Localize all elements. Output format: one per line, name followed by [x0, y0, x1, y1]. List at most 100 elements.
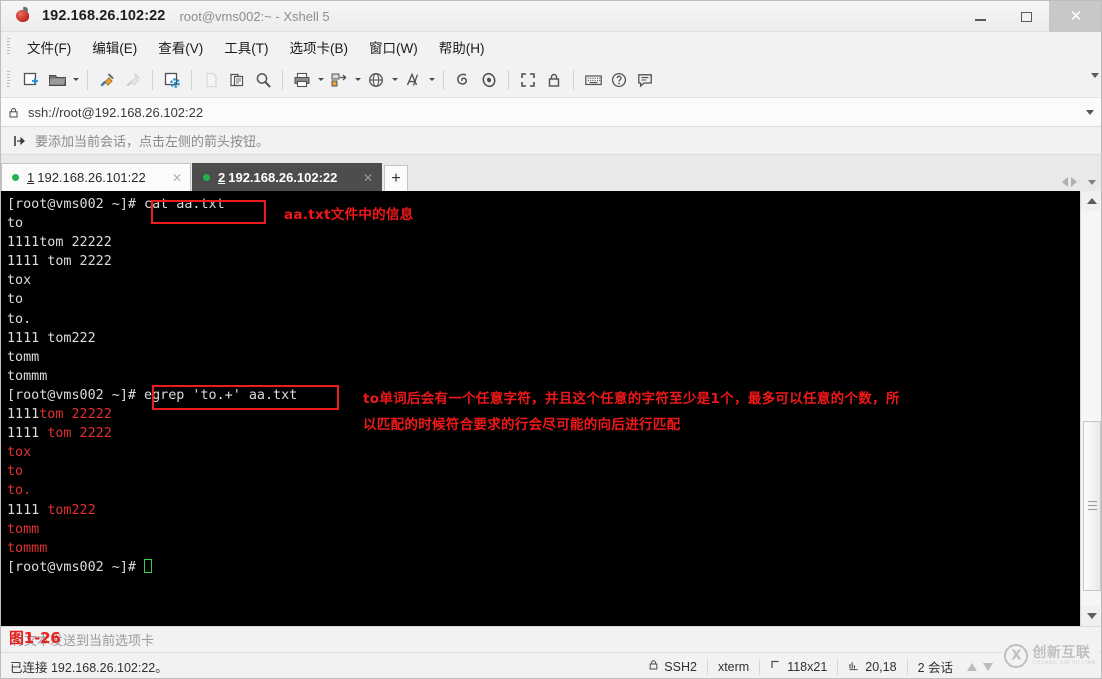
- send-text-bar[interactable]: 将文本发送到当前选项卡: [1, 626, 1101, 652]
- toolbar-overflow-caret[interactable]: [1091, 73, 1099, 78]
- tab-label: 192.168.26.102:22: [228, 170, 338, 185]
- terminal-line: tommm: [7, 539, 1080, 558]
- disconnect-icon: [120, 67, 146, 93]
- terminal-text: to.: [7, 311, 32, 327]
- window-controls: ✕: [957, 1, 1101, 32]
- toolbar-grip[interactable]: [7, 70, 10, 89]
- hint-text: 要添加当前会话，点击左侧的箭头按钮。: [35, 134, 270, 149]
- terminal-line: [root@vms002 ~]# cat aa.txt: [7, 195, 1080, 214]
- status-size-cell: 118x21: [770, 659, 827, 674]
- terminal-text: tom 22222: [39, 407, 112, 423]
- terminal-text: tommm: [7, 368, 48, 384]
- new-tab-button[interactable]: +: [384, 165, 408, 191]
- upload-arrow-icon: [967, 662, 977, 671]
- status-terminal-type: xterm: [717, 659, 750, 674]
- transfer-icon[interactable]: [326, 67, 352, 93]
- terminal-text: to: [7, 464, 24, 480]
- terminal-text: tom222: [47, 502, 96, 518]
- menu-help[interactable]: 帮助(H): [430, 34, 494, 60]
- paste-icon[interactable]: [224, 67, 250, 93]
- tab-scroll-right-icon[interactable]: [1071, 177, 1077, 187]
- help-icon[interactable]: [606, 67, 632, 93]
- terminal-line: 1111 tom 2222: [7, 252, 1080, 271]
- menu-window[interactable]: 窗口(W): [360, 34, 427, 60]
- reconnect-icon[interactable]: [94, 67, 120, 93]
- watermark-cn-text: 创新互联: [1032, 644, 1091, 660]
- terminal-text: 1111: [7, 426, 48, 442]
- terminal-scrollbar[interactable]: [1080, 191, 1101, 626]
- lock-icon: [7, 106, 20, 119]
- address-dropdown-caret[interactable]: [1086, 110, 1094, 115]
- terminal-line: to.: [7, 310, 1080, 329]
- menu-tabs[interactable]: 选项卡(B): [281, 34, 358, 60]
- open-folder-icon[interactable]: [44, 67, 70, 93]
- terminal-output[interactable]: [root@vms002 ~]# cat aa.txt to 1111tom 222…: [1, 191, 1080, 626]
- scroll-up-icon[interactable]: [1081, 191, 1101, 211]
- ssh-tunnel-icon[interactable]: [450, 67, 476, 93]
- terminal-text: tomm: [7, 521, 40, 537]
- tab-close-icon[interactable]: ✕: [347, 171, 373, 185]
- tab-session-2[interactable]: 2 192.168.26.102:22 ✕: [192, 163, 382, 191]
- toolbar-separator: [87, 69, 88, 90]
- menubar-grip[interactable]: [7, 38, 10, 56]
- lock-icon[interactable]: [541, 67, 567, 93]
- session-properties-icon[interactable]: [159, 67, 185, 93]
- tab-bar: 1 192.168.26.101:22 ✕ 2 192.168.26.102:2…: [1, 155, 1101, 191]
- sftp-icon[interactable]: [476, 67, 502, 93]
- transfer-dropdown-caret[interactable]: [352, 67, 363, 93]
- toolbar: [1, 62, 1101, 98]
- terminal-text: tommm: [7, 540, 48, 556]
- menu-file[interactable]: 文件(F): [18, 34, 80, 60]
- add-session-icon[interactable]: [13, 134, 27, 148]
- fullscreen-icon[interactable]: [515, 67, 541, 93]
- globe-dropdown-caret[interactable]: [389, 67, 400, 93]
- figure-label: 图1-26: [9, 629, 61, 647]
- status-protocol-cell: SSH2: [648, 659, 697, 674]
- open-folder-dropdown-caret[interactable]: [70, 67, 81, 93]
- tab-list-menu-icon[interactable]: [1088, 180, 1096, 185]
- title-bar: 192.168.26.102:22 root@vms002:~ - Xshell…: [1, 1, 1101, 32]
- toolbar-separator: [191, 69, 192, 90]
- status-sessions: 2 会话: [917, 661, 953, 675]
- cursor-pos-icon: [848, 659, 860, 674]
- terminal-line: 1111 tom222: [7, 329, 1080, 348]
- globe-icon[interactable]: [363, 67, 389, 93]
- terminal-line: tomm: [7, 348, 1080, 367]
- tab-number: 2: [218, 170, 226, 185]
- close-button[interactable]: ✕: [1049, 1, 1101, 32]
- status-connection: 已连接 192.168.26.102:22。: [10, 661, 168, 675]
- terminal-line: to: [7, 290, 1080, 309]
- keyboard-icon[interactable]: [580, 67, 606, 93]
- toolbar-separator: [282, 69, 283, 90]
- toolbar-separator: [443, 69, 444, 90]
- terminal-text: 1111tom 22222: [7, 235, 112, 251]
- print-icon[interactable]: [289, 67, 315, 93]
- toolbar-separator: [508, 69, 509, 90]
- terminal-line: to: [7, 214, 1080, 233]
- xshell-window: 192.168.26.102:22 root@vms002:~ - Xshell…: [0, 0, 1102, 679]
- menu-tools[interactable]: 工具(T): [215, 34, 277, 60]
- find-icon[interactable]: [250, 67, 276, 93]
- maximize-button[interactable]: [1003, 1, 1049, 32]
- tab-scroll-left-icon[interactable]: [1062, 177, 1068, 187]
- minimize-button[interactable]: [957, 1, 1003, 32]
- terminal-text: 1111 tom222: [7, 330, 96, 346]
- menu-view[interactable]: 查看(V): [149, 34, 212, 60]
- tab-close-icon[interactable]: ✕: [156, 171, 182, 185]
- print-dropdown-caret[interactable]: [315, 67, 326, 93]
- scrollbar-thumb[interactable]: [1083, 421, 1101, 591]
- new-session-icon[interactable]: [18, 67, 44, 93]
- font-dropdown-caret[interactable]: [426, 67, 437, 93]
- terminal-text: [root@vms002 ~]#: [7, 559, 145, 575]
- menu-edit[interactable]: 编辑(E): [83, 34, 146, 60]
- terminal-text: to.: [7, 483, 32, 499]
- scroll-down-icon[interactable]: [1081, 606, 1101, 626]
- tab-session-1[interactable]: 1 192.168.26.101:22 ✕: [1, 163, 191, 191]
- font-icon[interactable]: [400, 67, 426, 93]
- address-bar[interactable]: ssh://root@192.168.26.102:22: [1, 98, 1101, 127]
- tab-status-dot: [12, 174, 19, 181]
- terminal-line: tox: [7, 443, 1080, 462]
- annotation-note-mid-line2: 以匹配的时候符合要求的行会尽可能的向后进行匹配: [363, 417, 681, 433]
- feedback-icon[interactable]: [632, 67, 658, 93]
- terminal-line: tommm: [7, 367, 1080, 386]
